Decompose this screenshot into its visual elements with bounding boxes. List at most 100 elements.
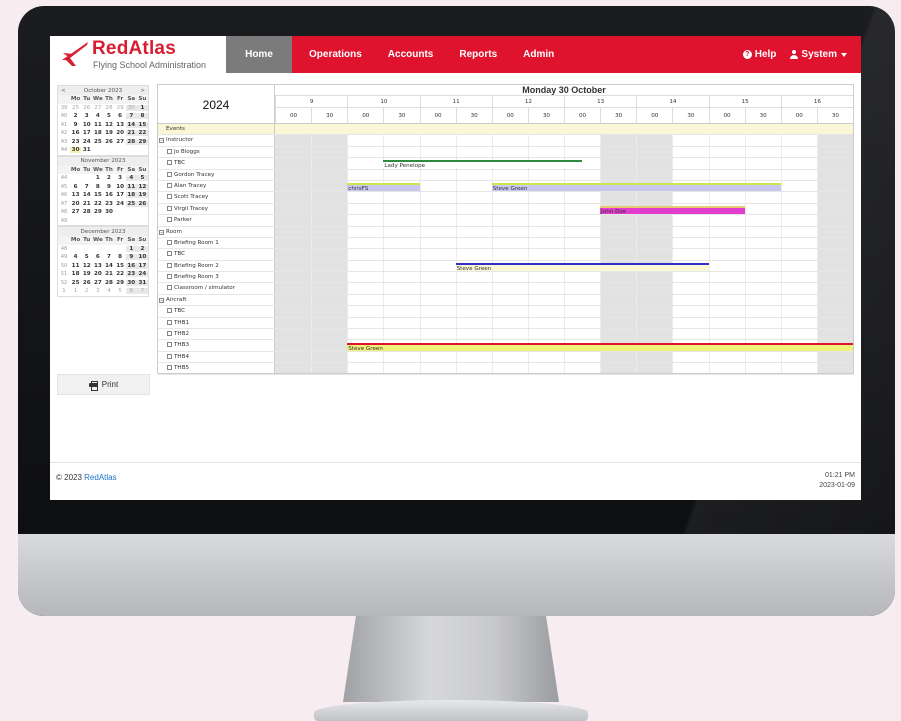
calendar-day[interactable]: 1 bbox=[136, 104, 148, 111]
calendar-day[interactable]: 14 bbox=[81, 192, 92, 198]
checkbox-icon[interactable] bbox=[167, 308, 172, 314]
timeline-cells[interactable] bbox=[275, 283, 853, 293]
calendar-day[interactable]: 29 bbox=[115, 105, 126, 111]
calendar-day[interactable]: 20 bbox=[115, 130, 126, 136]
timeline-cells[interactable] bbox=[275, 249, 853, 259]
calendar-day[interactable]: 10 bbox=[115, 184, 126, 190]
timeline-cells[interactable] bbox=[275, 227, 853, 237]
timeline-cells[interactable] bbox=[275, 147, 853, 157]
timeline-cells[interactable] bbox=[275, 238, 853, 248]
calendar-day[interactable]: 6 bbox=[115, 113, 126, 119]
calendar-day[interactable]: 2 bbox=[103, 175, 114, 181]
calendar-day[interactable]: 18 bbox=[125, 192, 137, 199]
resource-label[interactable]: Briefing Room 1 bbox=[158, 237, 275, 249]
calendar-day[interactable]: 10 bbox=[81, 122, 92, 128]
calendar-day[interactable]: 31 bbox=[136, 279, 148, 286]
nav-operations[interactable]: Operations bbox=[296, 36, 375, 73]
checkbox-icon[interactable] bbox=[167, 285, 172, 291]
resource-label[interactable]: THB3 bbox=[158, 340, 275, 351]
checkbox-icon[interactable] bbox=[167, 239, 172, 245]
calendar-day[interactable]: 27 bbox=[92, 280, 103, 286]
timeline-cells[interactable] bbox=[275, 204, 853, 214]
calendar-day[interactable]: 7 bbox=[136, 288, 148, 295]
resource-label[interactable]: THB2 bbox=[158, 329, 275, 340]
calendar-day[interactable]: 15 bbox=[136, 121, 148, 128]
calendar-day[interactable]: 17 bbox=[81, 130, 92, 136]
calendar-day[interactable]: 4 bbox=[103, 288, 114, 294]
calendar-day[interactable]: 14 bbox=[103, 263, 114, 269]
calendar-day[interactable]: 1 bbox=[70, 288, 81, 294]
calendar-day[interactable]: 2 bbox=[81, 288, 92, 294]
calendar-day[interactable]: 29 bbox=[136, 138, 148, 145]
resource-label[interactable]: − Instructor bbox=[158, 135, 275, 146]
resource-label[interactable]: Briefing Room 3 bbox=[158, 272, 275, 283]
calendar-day[interactable]: 23 bbox=[125, 271, 137, 278]
timeline-cells[interactable] bbox=[275, 192, 853, 202]
booking[interactable]: Steve Green bbox=[491, 183, 781, 191]
calendar-day[interactable]: 4 bbox=[125, 175, 137, 182]
booking[interactable]: Steve Green bbox=[347, 342, 853, 351]
checkbox-icon[interactable] bbox=[167, 171, 172, 177]
resource-label[interactable]: THB4 bbox=[158, 351, 275, 363]
booking[interactable]: chrisFS bbox=[347, 183, 420, 191]
checkbox-icon[interactable] bbox=[167, 251, 172, 257]
resource-label[interactable]: Virgil Tracey bbox=[158, 203, 275, 215]
calendar-day[interactable]: 1 bbox=[125, 245, 137, 252]
calendar-day[interactable]: 19 bbox=[81, 271, 92, 277]
calendar-day[interactable]: 8 bbox=[92, 184, 103, 190]
timeline-cells[interactable] bbox=[275, 329, 853, 339]
resource-label[interactable]: Events bbox=[158, 124, 275, 135]
resource-label[interactable]: Parker bbox=[158, 215, 275, 226]
calendar-day[interactable]: 16 bbox=[125, 262, 137, 269]
calendar-day[interactable]: 9 bbox=[103, 184, 114, 190]
calendar-day[interactable]: 5 bbox=[115, 288, 126, 294]
checkbox-icon[interactable] bbox=[167, 194, 172, 200]
calendar-day[interactable]: 8 bbox=[115, 254, 126, 260]
calendar-next-button[interactable]: > bbox=[140, 88, 145, 94]
calendar-day[interactable]: 30 bbox=[125, 104, 137, 111]
calendar-day[interactable]: 24 bbox=[81, 139, 92, 145]
resource-label[interactable]: Classroom / simulator bbox=[158, 283, 275, 294]
calendar-day[interactable]: 16 bbox=[103, 192, 114, 198]
calendar-day[interactable]: 13 bbox=[70, 192, 81, 198]
timeline-cells[interactable] bbox=[275, 318, 853, 328]
calendar-day[interactable]: 26 bbox=[136, 200, 148, 207]
calendar-day[interactable]: 6 bbox=[70, 184, 81, 190]
calendar-day[interactable]: 6 bbox=[125, 288, 137, 295]
checkbox-icon[interactable] bbox=[167, 319, 172, 325]
calendar-day[interactable]: 26 bbox=[81, 105, 92, 111]
resource-label[interactable]: TBC bbox=[158, 158, 275, 169]
booking[interactable]: Steve Green bbox=[455, 262, 709, 271]
resource-label[interactable]: − Room bbox=[158, 226, 275, 237]
checkbox-icon[interactable] bbox=[167, 205, 172, 211]
timeline-cells[interactable] bbox=[275, 272, 853, 282]
calendar-day[interactable]: 11 bbox=[70, 263, 81, 269]
timeline-cells[interactable] bbox=[275, 124, 853, 134]
collapse-icon[interactable]: − bbox=[159, 297, 164, 303]
calendar-day[interactable]: 25 bbox=[70, 280, 81, 286]
checkbox-icon[interactable] bbox=[167, 148, 172, 154]
calendar-day[interactable]: 28 bbox=[103, 105, 114, 111]
calendar-day[interactable]: 9 bbox=[70, 122, 81, 128]
checkbox-icon[interactable] bbox=[167, 342, 172, 348]
calendar-day[interactable]: 21 bbox=[81, 201, 92, 207]
calendar-day[interactable]: 4 bbox=[92, 113, 103, 119]
calendar-day[interactable]: 26 bbox=[103, 139, 114, 145]
calendar-day[interactable]: 31 bbox=[81, 147, 92, 153]
timeline-cells[interactable] bbox=[275, 306, 853, 316]
calendar-day[interactable]: 25 bbox=[70, 105, 81, 111]
resource-label[interactable]: TBC bbox=[158, 306, 275, 317]
calendar-day[interactable]: 30 bbox=[103, 209, 114, 215]
calendar-day[interactable]: 21 bbox=[103, 271, 114, 277]
calendar-day[interactable]: 12 bbox=[103, 122, 114, 128]
checkbox-icon[interactable] bbox=[167, 365, 172, 371]
booking[interactable]: Lady Penelope bbox=[383, 160, 583, 169]
checkbox-icon[interactable] bbox=[167, 262, 172, 268]
resource-label[interactable]: − Aircraft bbox=[158, 294, 275, 306]
nav-accounts[interactable]: Accounts bbox=[375, 36, 447, 73]
calendar-day[interactable]: 15 bbox=[92, 192, 103, 198]
resource-label[interactable]: Scott Tracey bbox=[158, 192, 275, 203]
calendar-day[interactable]: 28 bbox=[103, 280, 114, 286]
calendar-day[interactable]: 9 bbox=[125, 254, 137, 261]
resource-label[interactable]: Gordon Tracey bbox=[158, 169, 275, 180]
